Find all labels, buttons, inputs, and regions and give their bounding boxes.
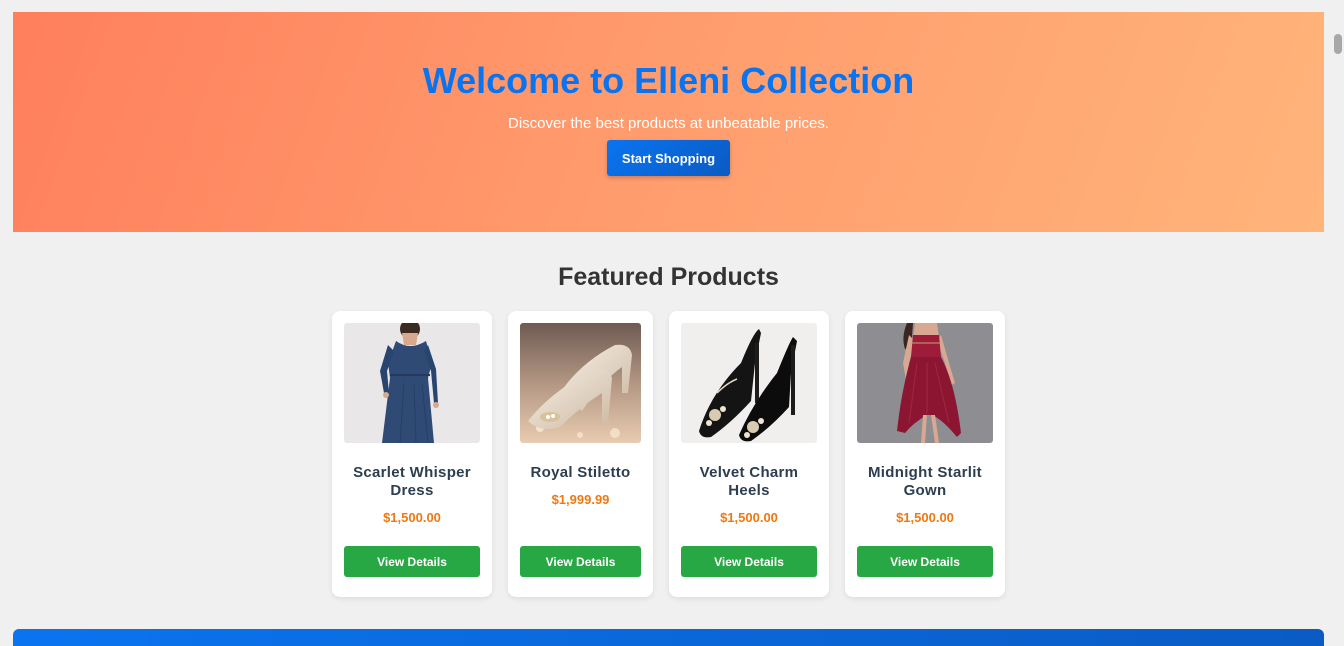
view-details-button[interactable]: View Details [520,546,641,577]
burgundy-gown-image [857,323,993,443]
product-name: Scarlet Whisper Dress [353,464,471,499]
hero-subtitle: Discover the best products at unbeatable… [507,115,829,132]
product-price: $1,500.00 [896,510,954,525]
hero-title: Welcome to Elleni Collection [422,60,915,101]
product-card: Midnight Starlit Gown $1,500.00 View Det… [845,311,1005,597]
product-card: Royal Stiletto $1,999.99 View Details [508,311,653,597]
hero-banner: Welcome to Elleni Collection Discover th… [13,12,1324,232]
stiletto-image [520,323,641,443]
featured-products-heading: Featured Products [558,263,779,291]
page: Welcome to Elleni Collection Discover th… [0,0,1344,646]
product-image-gown[interactable] [857,323,993,443]
footer-banner [13,629,1324,646]
product-name: Royal Stiletto [530,464,631,481]
product-name: Midnight Starlit Gown [868,464,982,499]
product-price: $1,999.99 [551,492,610,507]
view-details-button[interactable]: View Details [857,546,993,577]
product-image-stiletto[interactable] [520,323,641,443]
view-details-button[interactable]: View Details [681,546,817,577]
product-image-dress[interactable] [344,323,480,443]
product-image-heels[interactable] [681,323,817,443]
navy-dress-image [344,323,480,443]
product-card: Velvet Charm Heels $1,500.00 View Detail… [669,311,829,597]
vertical-scrollbar[interactable] [1332,0,1344,646]
start-shopping-button[interactable]: Start Shopping [607,140,730,176]
view-details-button[interactable]: View Details [344,546,480,577]
black-heels-image [681,323,817,443]
product-name: Velvet Charm Heels [699,464,799,499]
product-price: $1,500.00 [383,510,441,525]
product-card: Scarlet Whisper Dress $1,500.00 View Det… [332,311,492,597]
scrollbar-thumb[interactable] [1334,34,1342,54]
product-price: $1,500.00 [720,510,778,525]
